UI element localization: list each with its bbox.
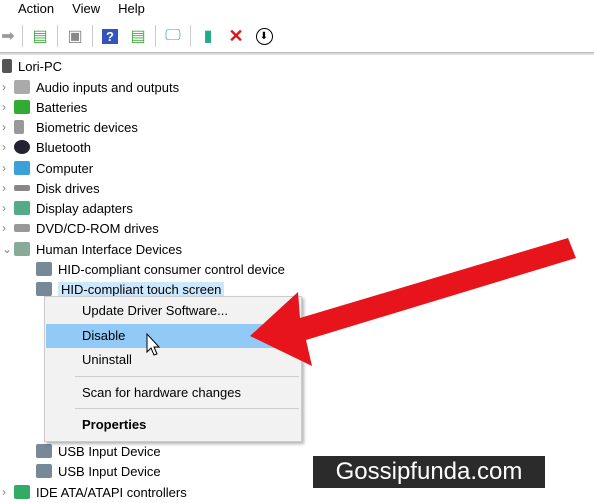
watermark: Gossipfunda.com: [313, 456, 545, 488]
annotation-arrow: [146, 238, 576, 366]
red-arrow-icon: [250, 238, 576, 366]
mouse-cursor-icon: [146, 332, 161, 356]
